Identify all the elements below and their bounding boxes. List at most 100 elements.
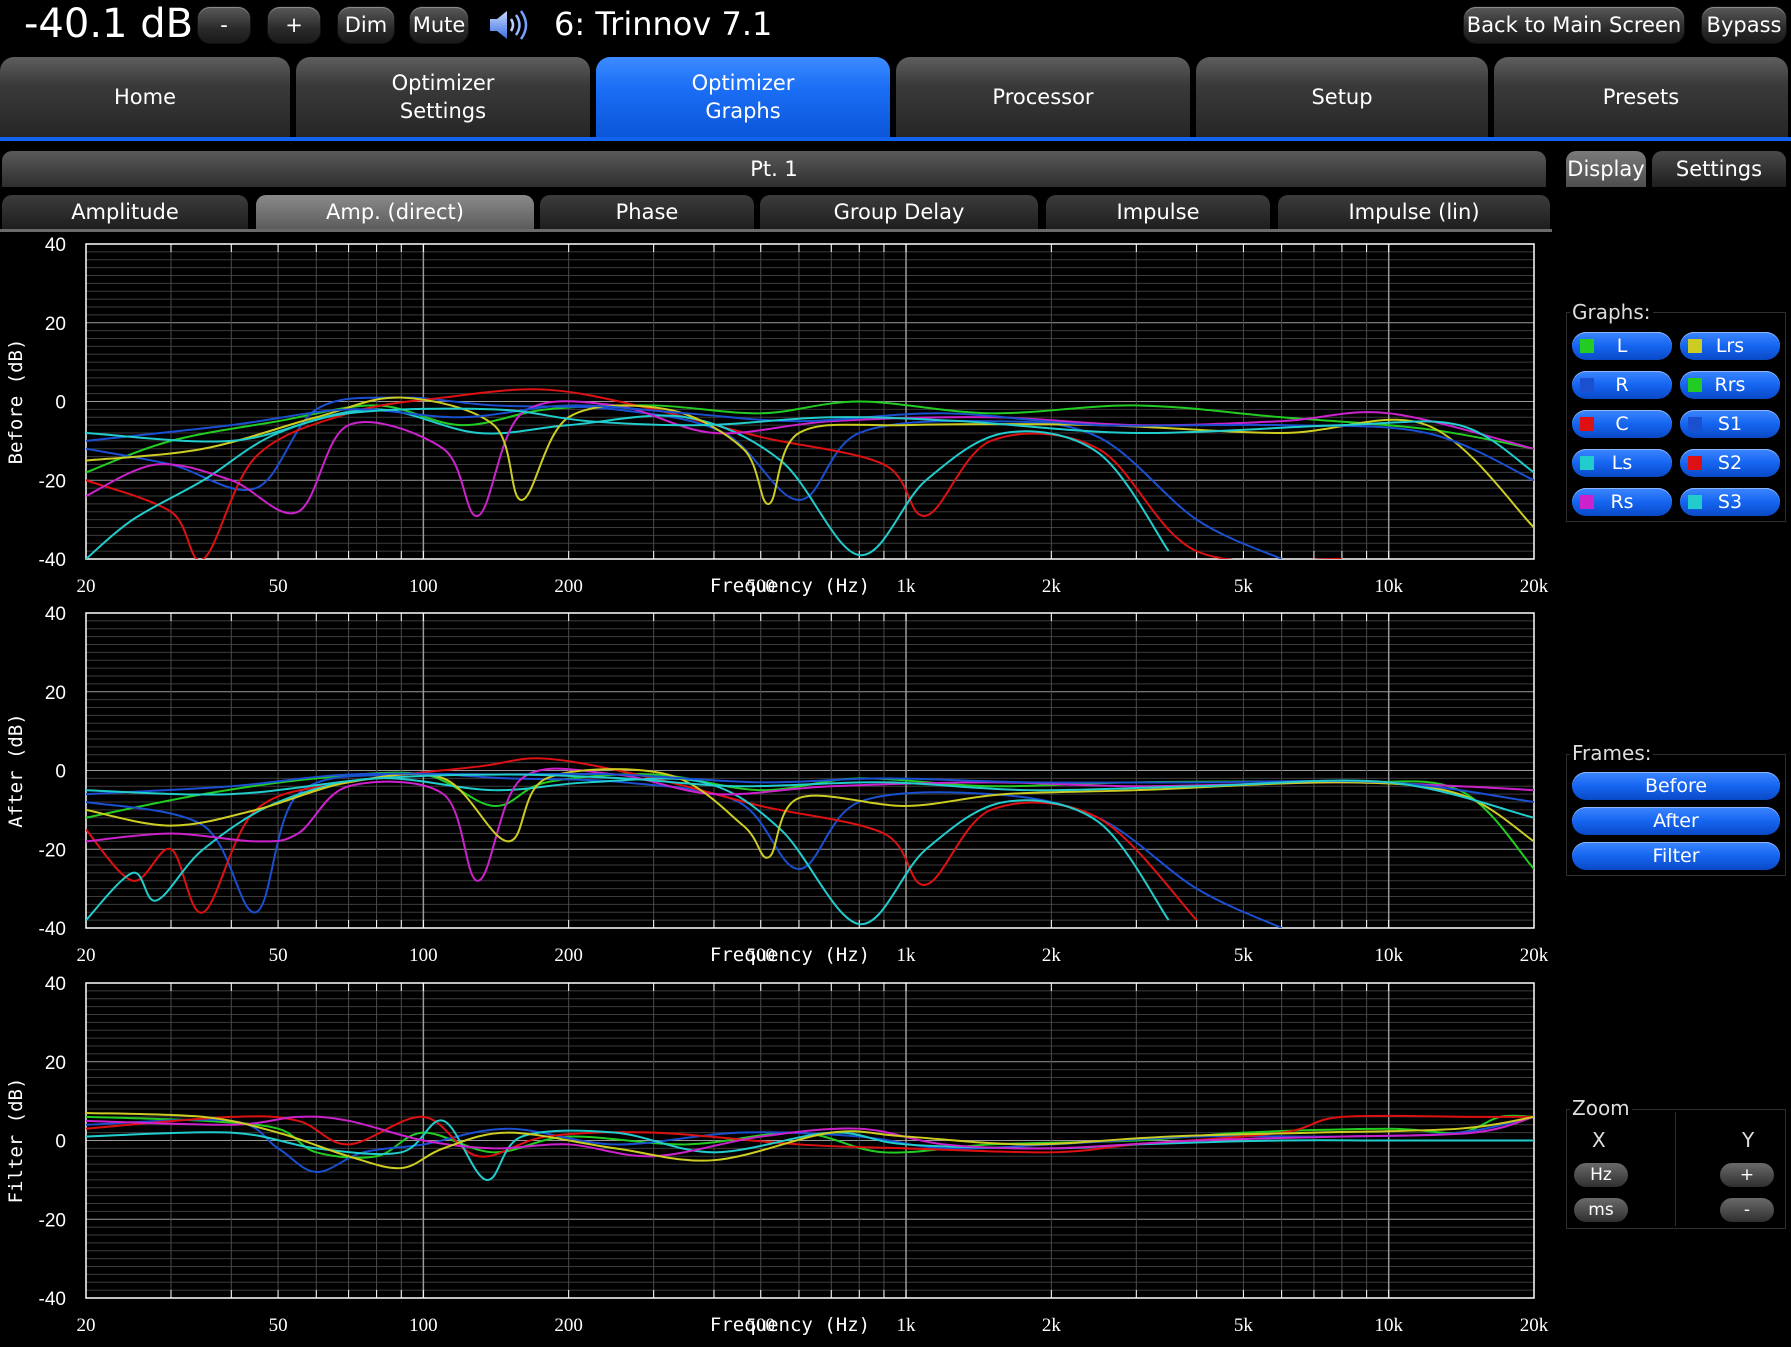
y-axis-title: After (dB) bbox=[5, 713, 27, 827]
channel-toggle-l[interactable]: L bbox=[1572, 332, 1672, 360]
y-tick-label: 20 bbox=[45, 683, 66, 704]
x-axis-title: Frequency (Hz) bbox=[710, 1314, 870, 1336]
x-axis-title: Frequency (Hz) bbox=[710, 944, 870, 966]
channel-toggle-s2[interactable]: S2 bbox=[1680, 449, 1780, 477]
channel-toggle-ls[interactable]: Ls bbox=[1572, 449, 1672, 477]
filter-plot: 40200-20-4020 50 100 200 500 1k 2k 5k 10k 20kFreq… bbox=[5, 974, 1549, 1336]
measurement-point-selector[interactable]: Pt. 1 bbox=[2, 151, 1546, 187]
zoom-group-label: Zoom bbox=[1570, 1096, 1632, 1120]
tab-side-settings[interactable]: Settings bbox=[1652, 151, 1786, 187]
y-tick-label: -40 bbox=[39, 1289, 66, 1310]
before-graph: 40 20 0 -20 -40 20 50 100 200 500 1k 2k 5k 10k 20k Freq… bbox=[0, 232, 1560, 602]
zoom-hz-button[interactable]: Hz bbox=[1574, 1163, 1628, 1187]
tab-optimizer-graphs[interactable]: Optimizer Graphs bbox=[596, 57, 890, 137]
y-tick-label: -40 bbox=[39, 919, 66, 940]
frame-after-button[interactable]: After bbox=[1572, 807, 1780, 835]
channel-color-swatch bbox=[1580, 456, 1594, 470]
tab-label: Optimizer Graphs bbox=[691, 71, 795, 123]
x-tick-label: 50 bbox=[269, 576, 288, 597]
y-axis-title: Filter (dB) bbox=[5, 1078, 27, 1204]
channel-toggle-rs[interactable]: Rs bbox=[1572, 488, 1672, 516]
x-tick-label: 1k bbox=[897, 576, 917, 597]
y-tick-label: 0 bbox=[55, 762, 66, 783]
tab-amp-direct[interactable]: Amp. (direct) bbox=[256, 195, 534, 229]
tab-setup[interactable]: Setup bbox=[1196, 57, 1488, 137]
zoom-y-label: Y bbox=[1742, 1128, 1755, 1152]
y-tick-label: -20 bbox=[39, 471, 66, 492]
dim-button[interactable]: Dim bbox=[338, 7, 394, 43]
bypass-button[interactable]: Bypass bbox=[1702, 7, 1786, 43]
channel-toggle-s3[interactable]: S3 bbox=[1680, 488, 1780, 516]
mute-button[interactable]: Mute bbox=[410, 7, 468, 43]
x-tick-label: 5k bbox=[1234, 945, 1254, 966]
volume-down-button[interactable]: - bbox=[198, 7, 250, 43]
tab-display[interactable]: Display bbox=[1566, 151, 1646, 187]
after-plot: 40200-20-4020 50 100 200 500 1k 2k 5k 10k 20kFreq… bbox=[5, 604, 1549, 966]
x-axis-title: Frequency (Hz) bbox=[710, 575, 870, 597]
tab-impulse-lin[interactable]: Impulse (lin) bbox=[1278, 195, 1550, 229]
channel-color-swatch bbox=[1688, 339, 1702, 353]
channel-toggle-lrs[interactable]: Lrs bbox=[1680, 332, 1780, 360]
channel-color-swatch bbox=[1688, 378, 1702, 392]
frame-filter-button[interactable]: Filter bbox=[1572, 842, 1780, 870]
channel-label: S3 bbox=[1717, 491, 1743, 513]
x-tick-label: 50 bbox=[269, 945, 288, 966]
tab-label: Processor bbox=[992, 85, 1094, 109]
tab-label: Home bbox=[113, 85, 176, 109]
channel-label: S1 bbox=[1717, 413, 1743, 435]
channel-toggle-r[interactable]: R bbox=[1572, 371, 1672, 399]
before-plot: 40200-20-4020 50 100 200 500 1k 2k 5k 10k 20kFreq… bbox=[5, 235, 1549, 597]
x-tick-label: 2k bbox=[1042, 576, 1062, 597]
channel-label: S2 bbox=[1717, 452, 1743, 474]
volume-readout: -40.1 dB bbox=[24, 1, 194, 47]
tab-label: Optimizer Settings bbox=[391, 71, 495, 123]
speaker-volume-icon[interactable] bbox=[486, 6, 530, 44]
channel-color-swatch bbox=[1580, 495, 1594, 509]
y-tick-label: 0 bbox=[55, 393, 66, 414]
tab-optimizer-settings[interactable]: Optimizer Settings bbox=[296, 57, 590, 137]
channel-toggle-rrs[interactable]: Rrs bbox=[1680, 371, 1780, 399]
channel-color-swatch bbox=[1580, 378, 1594, 392]
channel-label: Lrs bbox=[1715, 335, 1745, 357]
x-tick-label: 20k bbox=[1520, 576, 1549, 597]
frames-group-label: Frames: bbox=[1570, 741, 1654, 765]
zoom-out-button[interactable]: - bbox=[1720, 1198, 1774, 1222]
back-to-main-screen-button[interactable]: Back to Main Screen bbox=[1464, 7, 1684, 43]
zoom-ms-button[interactable]: ms bbox=[1574, 1198, 1628, 1222]
x-tick-label: 100 bbox=[409, 945, 438, 966]
x-tick-label: 200 bbox=[554, 1315, 583, 1336]
tab-phase[interactable]: Phase bbox=[540, 195, 754, 229]
x-tick-label: 2k bbox=[1042, 1315, 1062, 1336]
x-tick-label: 1k bbox=[897, 1315, 917, 1336]
preset-name: 6: Trinnov 7.1 bbox=[554, 5, 773, 43]
graphs-group-label: Graphs: bbox=[1570, 300, 1653, 324]
x-tick-label: 50 bbox=[269, 1315, 288, 1336]
channel-label: R bbox=[1615, 374, 1629, 396]
x-tick-label: 10k bbox=[1374, 945, 1403, 966]
x-tick-label: 200 bbox=[554, 576, 583, 597]
x-tick-label: 2k bbox=[1042, 945, 1062, 966]
volume-up-button[interactable]: + bbox=[268, 7, 320, 43]
x-tick-label: 100 bbox=[409, 576, 438, 597]
tab-amplitude[interactable]: Amplitude bbox=[2, 195, 248, 229]
x-tick-label: 20k bbox=[1520, 1315, 1549, 1336]
tab-processor[interactable]: Processor bbox=[896, 57, 1190, 137]
channel-label: Rrs bbox=[1714, 374, 1746, 396]
x-tick-label: 20 bbox=[77, 1315, 96, 1336]
after-graph: 40 20 0 -20 -40 20 50 100 200 500 1k 2k 5k 10k 20k Freq… bbox=[0, 601, 1560, 971]
x-tick-label: 20 bbox=[77, 945, 96, 966]
tab-home[interactable]: Home bbox=[0, 57, 290, 137]
tab-group-delay[interactable]: Group Delay bbox=[760, 195, 1038, 229]
x-tick-label: 20 bbox=[77, 576, 96, 597]
tab-presets[interactable]: Presets bbox=[1494, 57, 1788, 137]
channel-toggle-s1[interactable]: S1 bbox=[1680, 410, 1780, 438]
y-tick-label: 40 bbox=[45, 974, 66, 995]
y-axis-title: Before (dB) bbox=[5, 339, 27, 465]
channel-label: Ls bbox=[1611, 452, 1633, 474]
tab-impulse[interactable]: Impulse bbox=[1046, 195, 1270, 229]
frame-before-button[interactable]: Before bbox=[1572, 772, 1780, 800]
zoom-in-button[interactable]: + bbox=[1720, 1163, 1774, 1187]
channel-toggle-c[interactable]: C bbox=[1572, 410, 1672, 438]
y-tick-label: -20 bbox=[39, 1210, 66, 1231]
channel-label: L bbox=[1616, 335, 1628, 357]
